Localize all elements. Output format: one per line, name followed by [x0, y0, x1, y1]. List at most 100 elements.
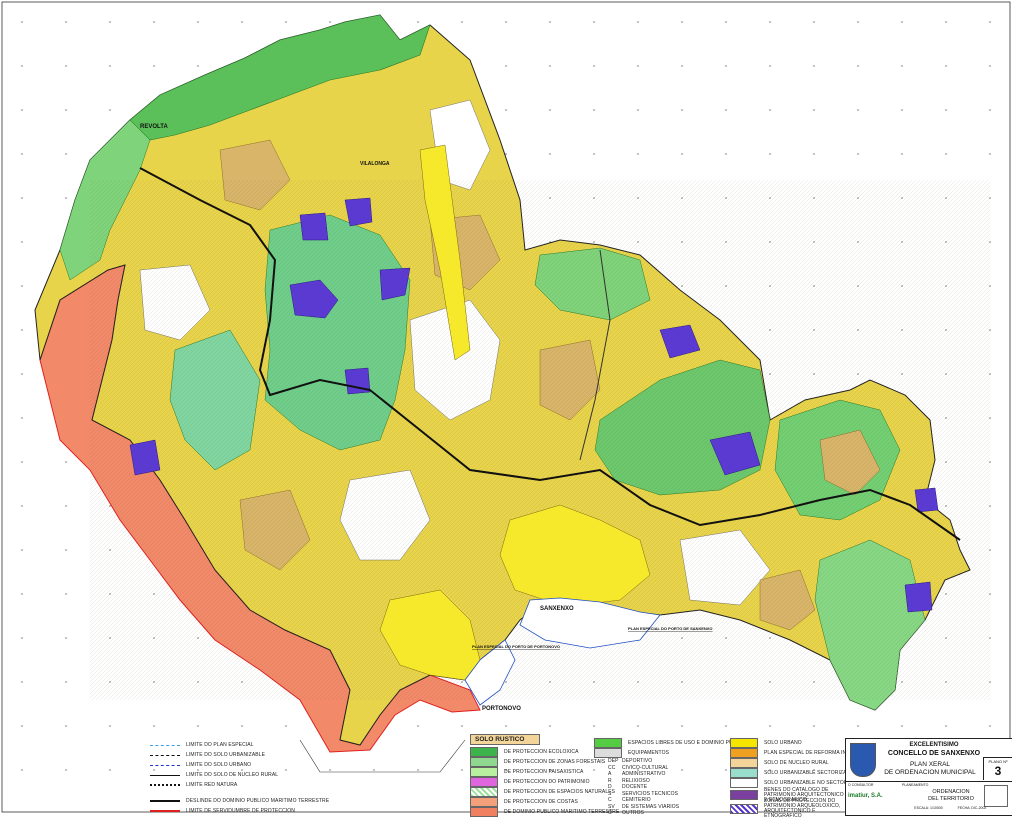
- rustic-legend-item: DE DOMINIO PUBLICO MARITIMO TERRESTRE: [470, 807, 619, 817]
- equipment-code: O: [608, 810, 612, 817]
- sheet-number-box: PLANO Nº 3: [983, 757, 1012, 780]
- port-plan-label-sanxenxo: PLAN ESPECIAL DO PORTO DE SANXENXO: [628, 626, 713, 631]
- urban-legend-label: ZONAS DE PROTECCION DO PATRIMONIO ARQUEO…: [764, 798, 841, 819]
- port-plan-label-portonovo: PLAN ESPECIAL DO PORTO DE PORTONOVO: [472, 644, 560, 649]
- line-legend-label: LIMITE DO SOLO DE NUCLEO RURAL: [186, 772, 279, 778]
- line-legend-label: LIMITE DO PLAN ESPECIAL: [186, 742, 254, 748]
- line-swatch: [150, 754, 180, 756]
- rustic-legend-label: DE PROTECCION PAISAXISTICA: [504, 769, 584, 775]
- color-swatch: [470, 767, 498, 777]
- consultant-name: imatiur, S.A.: [848, 793, 883, 799]
- equipment-code-label: ADMINISTRATIVO: [622, 771, 666, 778]
- place-label-portonovo: PORTONOVO: [482, 706, 521, 712]
- color-swatch: [470, 807, 498, 817]
- line-swatch: [150, 744, 180, 746]
- equipment-code: DEP: [608, 758, 619, 765]
- place-label-revolta: REVOLTA: [140, 124, 168, 130]
- equipment-code-label: OUTROS: [622, 810, 644, 817]
- rustic-legend-label: DE PROTECCION DE COSTAS: [504, 799, 578, 805]
- color-swatch: [730, 778, 758, 788]
- equipment-code-label: DEPORTIVO: [622, 758, 653, 765]
- equipment-code-label: CEMITERIO: [622, 797, 651, 804]
- line-swatch: [150, 774, 180, 776]
- equipment-code: A: [608, 771, 612, 778]
- color-swatch: [594, 738, 622, 748]
- color-swatch: [730, 758, 758, 768]
- line-legend-item: DESLINDE DO DOMINIO PUBLICO MARITIMO TER…: [150, 796, 329, 806]
- urban-legend: SOLO URBANO PLAN ESPECIAL DE REFORMA INT…: [730, 738, 866, 819]
- equipment-code-label: DOCENTE: [622, 784, 648, 791]
- equipment-item: EQUIPAMENTOS: [594, 748, 724, 758]
- subject-line1: ORDENACION: [932, 789, 970, 795]
- rustic-legend-item: DE PROTECCION DO PATRIMONIO: [470, 777, 592, 787]
- coat-of-arms-icon: [850, 743, 876, 777]
- color-swatch: [730, 738, 758, 748]
- line-legend-item: LIMITE DO SOLO DE NUCLEO RURAL: [150, 770, 300, 780]
- color-swatch: [470, 787, 498, 797]
- rustic-legend-item: DE PROTECCION DE ZONAS FORESTAIS: [470, 757, 605, 767]
- rustic-legend-item: DE PROTECCION PAISAXISTICA: [470, 767, 592, 777]
- color-swatch: [730, 790, 758, 800]
- planning-label: PLANEAMENTO: [902, 783, 929, 787]
- sheet-number: 3: [994, 764, 1002, 778]
- line-legend-item: LIMITE DO PLAN ESPECIAL: [150, 740, 300, 750]
- title-block: EXCELENTISIMO CONCELLO DE SANXENXO PLAN …: [845, 738, 1012, 816]
- rustic-legend-item: DE PROTECCION ECOLOXICA: [470, 747, 592, 757]
- urban-legend-label: SOLO URBANO: [764, 740, 802, 746]
- plan-title: PLAN XERAL: [909, 761, 951, 768]
- rustic-legend-label: DE PROTECCION ECOLOXICA: [504, 749, 579, 755]
- color-swatch: [470, 777, 498, 787]
- line-legend-item: LIMITE RED NATURA: [150, 780, 300, 790]
- place-label-vilalonga: VILALONGA: [360, 161, 390, 167]
- line-legend-item: LIMITE DO SOLO URBANO: [150, 760, 300, 770]
- urban-legend-item: SOLO URBANIZABLE SECTORIZADO: [730, 768, 854, 778]
- color-swatch: [730, 748, 758, 758]
- equipment-code-label: SERVICIOS TECNICOS: [622, 790, 679, 797]
- line-legend-item: LIMITE DE SERVIDUMBRE DE PROTECCION: [150, 806, 300, 816]
- plan-subtitle: DE ORDENACION MUNICIPAL: [884, 769, 976, 776]
- urban-legend-label: SOLO DE NUCLEO RURAL: [764, 760, 829, 766]
- color-swatch: [594, 748, 622, 758]
- rustic-legend-item: DE PROTECCION DE ESPACIOS NATURALES: [470, 787, 615, 797]
- line-legend-item: LIMITE DO SOLO URBANIZABLE: [150, 750, 300, 760]
- equipment-code: SV: [608, 803, 615, 810]
- equipment-code: CC: [608, 764, 616, 771]
- line-legend-label: DESLINDE DO DOMINIO PUBLICO MARITIMO TER…: [186, 798, 330, 804]
- equipment-code-label: CIVICO-CULTURAL: [622, 764, 669, 771]
- council-line1: EXCELENTISIMO: [909, 742, 959, 748]
- consultant-label: O CONSULTOR: [848, 783, 874, 787]
- place-label-sanxenxo: SANXENXO: [540, 606, 574, 612]
- rustic-legend-label: DE PROTECCION DE ZONAS FORESTAIS: [504, 759, 606, 765]
- line-swatch: [150, 800, 180, 802]
- rustic-legend-title: SOLO RUSTICO: [470, 734, 540, 745]
- line-legend: LIMITE DO PLAN ESPECIAL LIMITE DO SOLO U…: [150, 740, 329, 816]
- zoning-map: REVOLTA SANXENXO PORTONOVO VILALONGA PLA…: [1, 1, 1011, 813]
- title-divider: [846, 781, 1012, 782]
- rustic-legend-item: DE PROTECCION DE COSTAS: [470, 797, 592, 807]
- line-swatch: [150, 784, 180, 786]
- line-legend-label: LIMITE DO SOLO URBANO: [186, 762, 252, 768]
- line-legend-label: LIMITE RED NATURA: [186, 782, 238, 788]
- color-swatch: [730, 768, 758, 778]
- color-swatch: [470, 797, 498, 807]
- line-legend-label: LIMITE DE SERVIDUMBRE DE PROTECCION: [186, 808, 295, 814]
- line-legend-label: LIMITE DO SOLO URBANIZABLE: [186, 752, 266, 758]
- color-swatch: [470, 747, 498, 757]
- rustic-legend: SOLO RUSTICO DE PROTECCION ECOLOXICA DE …: [470, 734, 619, 817]
- equipment-code: S: [608, 790, 612, 797]
- equipment-code-list: DEP DEPORTIVO CC CIVICO-CULTURAL A ADMINISTRA…: [594, 758, 724, 817]
- equipment-code: R: [608, 777, 612, 784]
- urban-legend-item: SOLO URBANO: [730, 738, 845, 748]
- urban-legend-item: SOLO DE NUCLEO RURAL: [730, 758, 845, 768]
- line-swatch: [150, 810, 180, 812]
- line-swatch: [150, 764, 180, 766]
- map-sheet: REVOLTA SANXENXO PORTONOVO VILALONGA PLA…: [0, 0, 1012, 819]
- location-map-icon: [984, 785, 1008, 807]
- date-text: FECHA: DIC-2002: [957, 806, 987, 810]
- equipment-label: EQUIPAMENTOS: [628, 750, 670, 756]
- urban-legend-item: PLAN ESPECIAL DE REFORMA INTERIOR: [730, 748, 866, 758]
- equipment-code: C: [608, 797, 612, 804]
- scale-text: ESCALA: 1/10000: [914, 806, 943, 810]
- urban-legend-label: SOLO URBANIZABLE SECTORIZADO: [764, 770, 855, 776]
- open-spaces-item: ESPACIOS LIBRES DE USO E DOMINIO PUBLICO: [594, 738, 748, 748]
